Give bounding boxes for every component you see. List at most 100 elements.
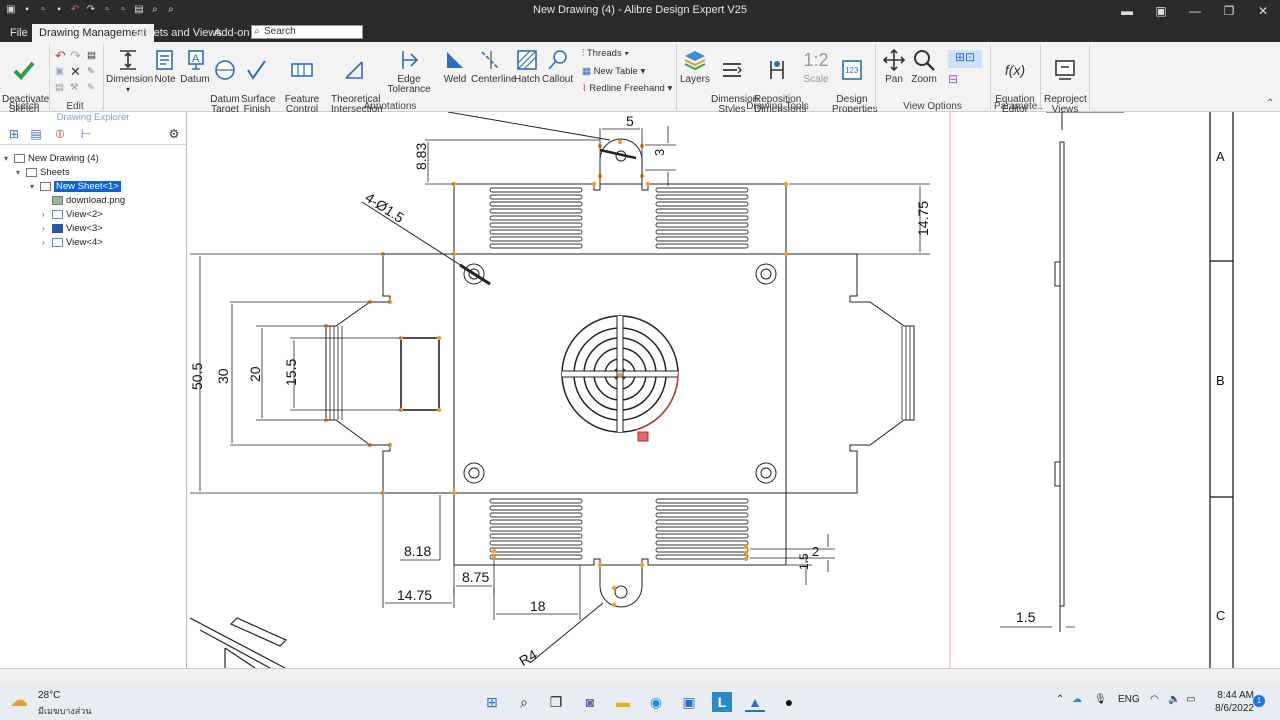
dim-5[interactable]: 5 (626, 113, 634, 129)
tree-item-view-3[interactable]: › View<3> (42, 222, 103, 236)
left-flap[interactable] (325, 253, 454, 494)
format-painter-icon[interactable]: ⚒ (70, 82, 79, 93)
design-properties-button[interactable]: 123 Design Properties (832, 48, 878, 115)
vertex-marker[interactable] (451, 490, 457, 496)
explorer-section-icon[interactable]: ⦶ (52, 126, 68, 142)
tab-file[interactable]: File (3, 24, 35, 42)
ribbon-display-icon[interactable]: ▬ (1110, 0, 1144, 22)
dim-8-83[interactable]: 8.83 (413, 143, 429, 170)
vertex-marker[interactable] (617, 372, 623, 378)
tab-add-on[interactable]: Add-on (207, 24, 256, 42)
onedrive-icon[interactable]: ☁ (1072, 694, 1082, 705)
vertex-marker[interactable] (611, 585, 617, 591)
vertex-marker[interactable] (611, 602, 617, 608)
gear-icon[interactable]: ⚙ (166, 126, 182, 142)
expand-icon[interactable]: › (42, 236, 52, 250)
dim-3[interactable]: 3 (652, 149, 667, 156)
dim-30[interactable]: 30 (215, 368, 231, 384)
vertex-marker[interactable] (591, 181, 597, 187)
dim-50-5[interactable]: 50.5 (189, 363, 205, 390)
edit-tool-icon[interactable]: ✎ (87, 82, 95, 93)
microphone-icon[interactable]: 🎙 (1094, 694, 1107, 705)
delete-icon[interactable]: ✕ (70, 64, 81, 80)
collapse-icon[interactable]: ▾ (16, 166, 26, 180)
app-l-icon[interactable]: L (712, 692, 732, 712)
reproject-views-button[interactable]: Reproject Views (1044, 48, 1087, 115)
datum-button[interactable]: A Datum (180, 48, 210, 85)
vertex-marker[interactable] (597, 562, 603, 568)
clock[interactable]: 8:44 AM 8/6/2022 (1215, 689, 1254, 715)
vertex-marker[interactable] (783, 251, 789, 257)
vertex-marker[interactable] (645, 181, 651, 187)
expand-icon[interactable]: › (42, 208, 52, 222)
battery-icon[interactable]: ▭ (1186, 694, 1195, 705)
hatch-button[interactable]: Hatch (513, 48, 541, 85)
dim-14-75-right[interactable]: 14.75 (915, 201, 931, 236)
collapse-icon[interactable]: ▾ (30, 180, 40, 194)
tree-item-image[interactable]: download.png (52, 194, 125, 208)
surface-finish-button[interactable]: Surface Finish (241, 48, 275, 115)
tree-item-sheets[interactable]: ▾ Sheets (16, 166, 70, 180)
note-button[interactable]: Note (152, 48, 178, 85)
view-option-toggle-icon[interactable]: ⊞⊡ (948, 50, 982, 68)
dim-20[interactable]: 20 (247, 366, 263, 382)
properties-icon[interactable]: ▤ (87, 50, 96, 61)
selection-handle[interactable] (637, 431, 649, 442)
vertex-marker[interactable] (783, 181, 789, 187)
vertex-marker[interactable] (436, 335, 442, 341)
dim-8-18[interactable]: 8.18 (404, 543, 431, 559)
close-button[interactable]: ✕ (1246, 0, 1280, 22)
vertex-marker[interactable] (743, 550, 749, 556)
vertex-marker[interactable] (491, 554, 497, 560)
layers-button[interactable]: Layers (680, 48, 710, 85)
copy-icon[interactable]: ▣ (55, 66, 64, 77)
vertex-marker[interactable] (743, 544, 749, 550)
obs-icon[interactable]: ● (779, 692, 799, 712)
threads-button[interactable]: ⫶ Threads ▾ (582, 48, 629, 59)
search-input[interactable]: ⌕ Search (251, 25, 363, 39)
tree-item-view-2[interactable]: › View<2> (42, 208, 103, 222)
file-explorer-icon[interactable]: ▬ (613, 692, 633, 712)
scale-button[interactable]: 1:2 Scale (802, 48, 830, 85)
new-table-button[interactable]: ▦ New Table ▾ (582, 66, 645, 77)
help-icon[interactable]: ▣ (1144, 0, 1178, 22)
volume-icon[interactable]: 🔈 (1168, 694, 1180, 705)
collapse-ribbon-icon[interactable]: ⌃ (1266, 98, 1274, 109)
alibre-icon[interactable]: ▲ (745, 692, 765, 712)
vertex-marker[interactable] (436, 407, 442, 413)
notification-badge[interactable]: 1 (1253, 695, 1265, 707)
teams-icon[interactable]: ◙ (580, 692, 600, 712)
edge-tolerance-button[interactable]: Edge Tolerance (379, 48, 439, 95)
undo-icon[interactable]: ↶ (55, 48, 66, 64)
dim-1-5-small[interactable]: 1.5 (797, 553, 811, 570)
task-view-icon[interactable]: ❐ (546, 692, 566, 712)
dim-2[interactable]: 2 (812, 544, 819, 559)
expand-icon[interactable]: › (42, 222, 52, 236)
tree-item-drawing[interactable]: ▾ New Drawing (4) (4, 152, 99, 166)
dim-14-75-bottom[interactable]: 14.75 (397, 587, 432, 603)
language-indicator[interactable]: ENG (1118, 694, 1140, 705)
edge-icon[interactable]: ◉ (646, 692, 666, 712)
tree-item-sheet-1[interactable]: ▾ New Sheet<1> (30, 180, 121, 194)
callout-button[interactable]: Callout (542, 48, 573, 85)
side-view[interactable] (1046, 112, 1124, 632)
dimension-button[interactable]: Dimension ▾ (106, 48, 153, 95)
right-flap[interactable] (786, 253, 915, 494)
tree-item-view-4[interactable]: › View<4> (42, 236, 103, 250)
vertex-marker[interactable] (639, 562, 645, 568)
explorer-tree-icon[interactable]: ⊢ (78, 126, 94, 142)
maximize-button[interactable]: ❐ (1212, 0, 1246, 22)
explorer-list-icon[interactable]: ▤ (28, 126, 44, 142)
dim-hole-callout[interactable]: 4-Ø1.5 (362, 189, 407, 226)
redline-freehand-button[interactable]: ⌇ Redline Freehand ▾ (582, 83, 672, 94)
view-option-hidden-icon[interactable]: ⊟ (948, 72, 958, 86)
tray-overflow-icon[interactable]: ⌃ (1056, 694, 1064, 705)
dim-18[interactable]: 18 (530, 598, 546, 614)
collapse-icon[interactable]: ▾ (4, 152, 14, 166)
vertex-marker[interactable] (491, 548, 497, 554)
minimize-button[interactable]: — (1178, 0, 1212, 22)
datum-target-button[interactable]: Datum Target (210, 48, 240, 115)
top-flap[interactable] (453, 183, 787, 254)
dim-8-75[interactable]: 8.75 (462, 569, 489, 585)
store-icon[interactable]: ▣ (679, 692, 699, 712)
